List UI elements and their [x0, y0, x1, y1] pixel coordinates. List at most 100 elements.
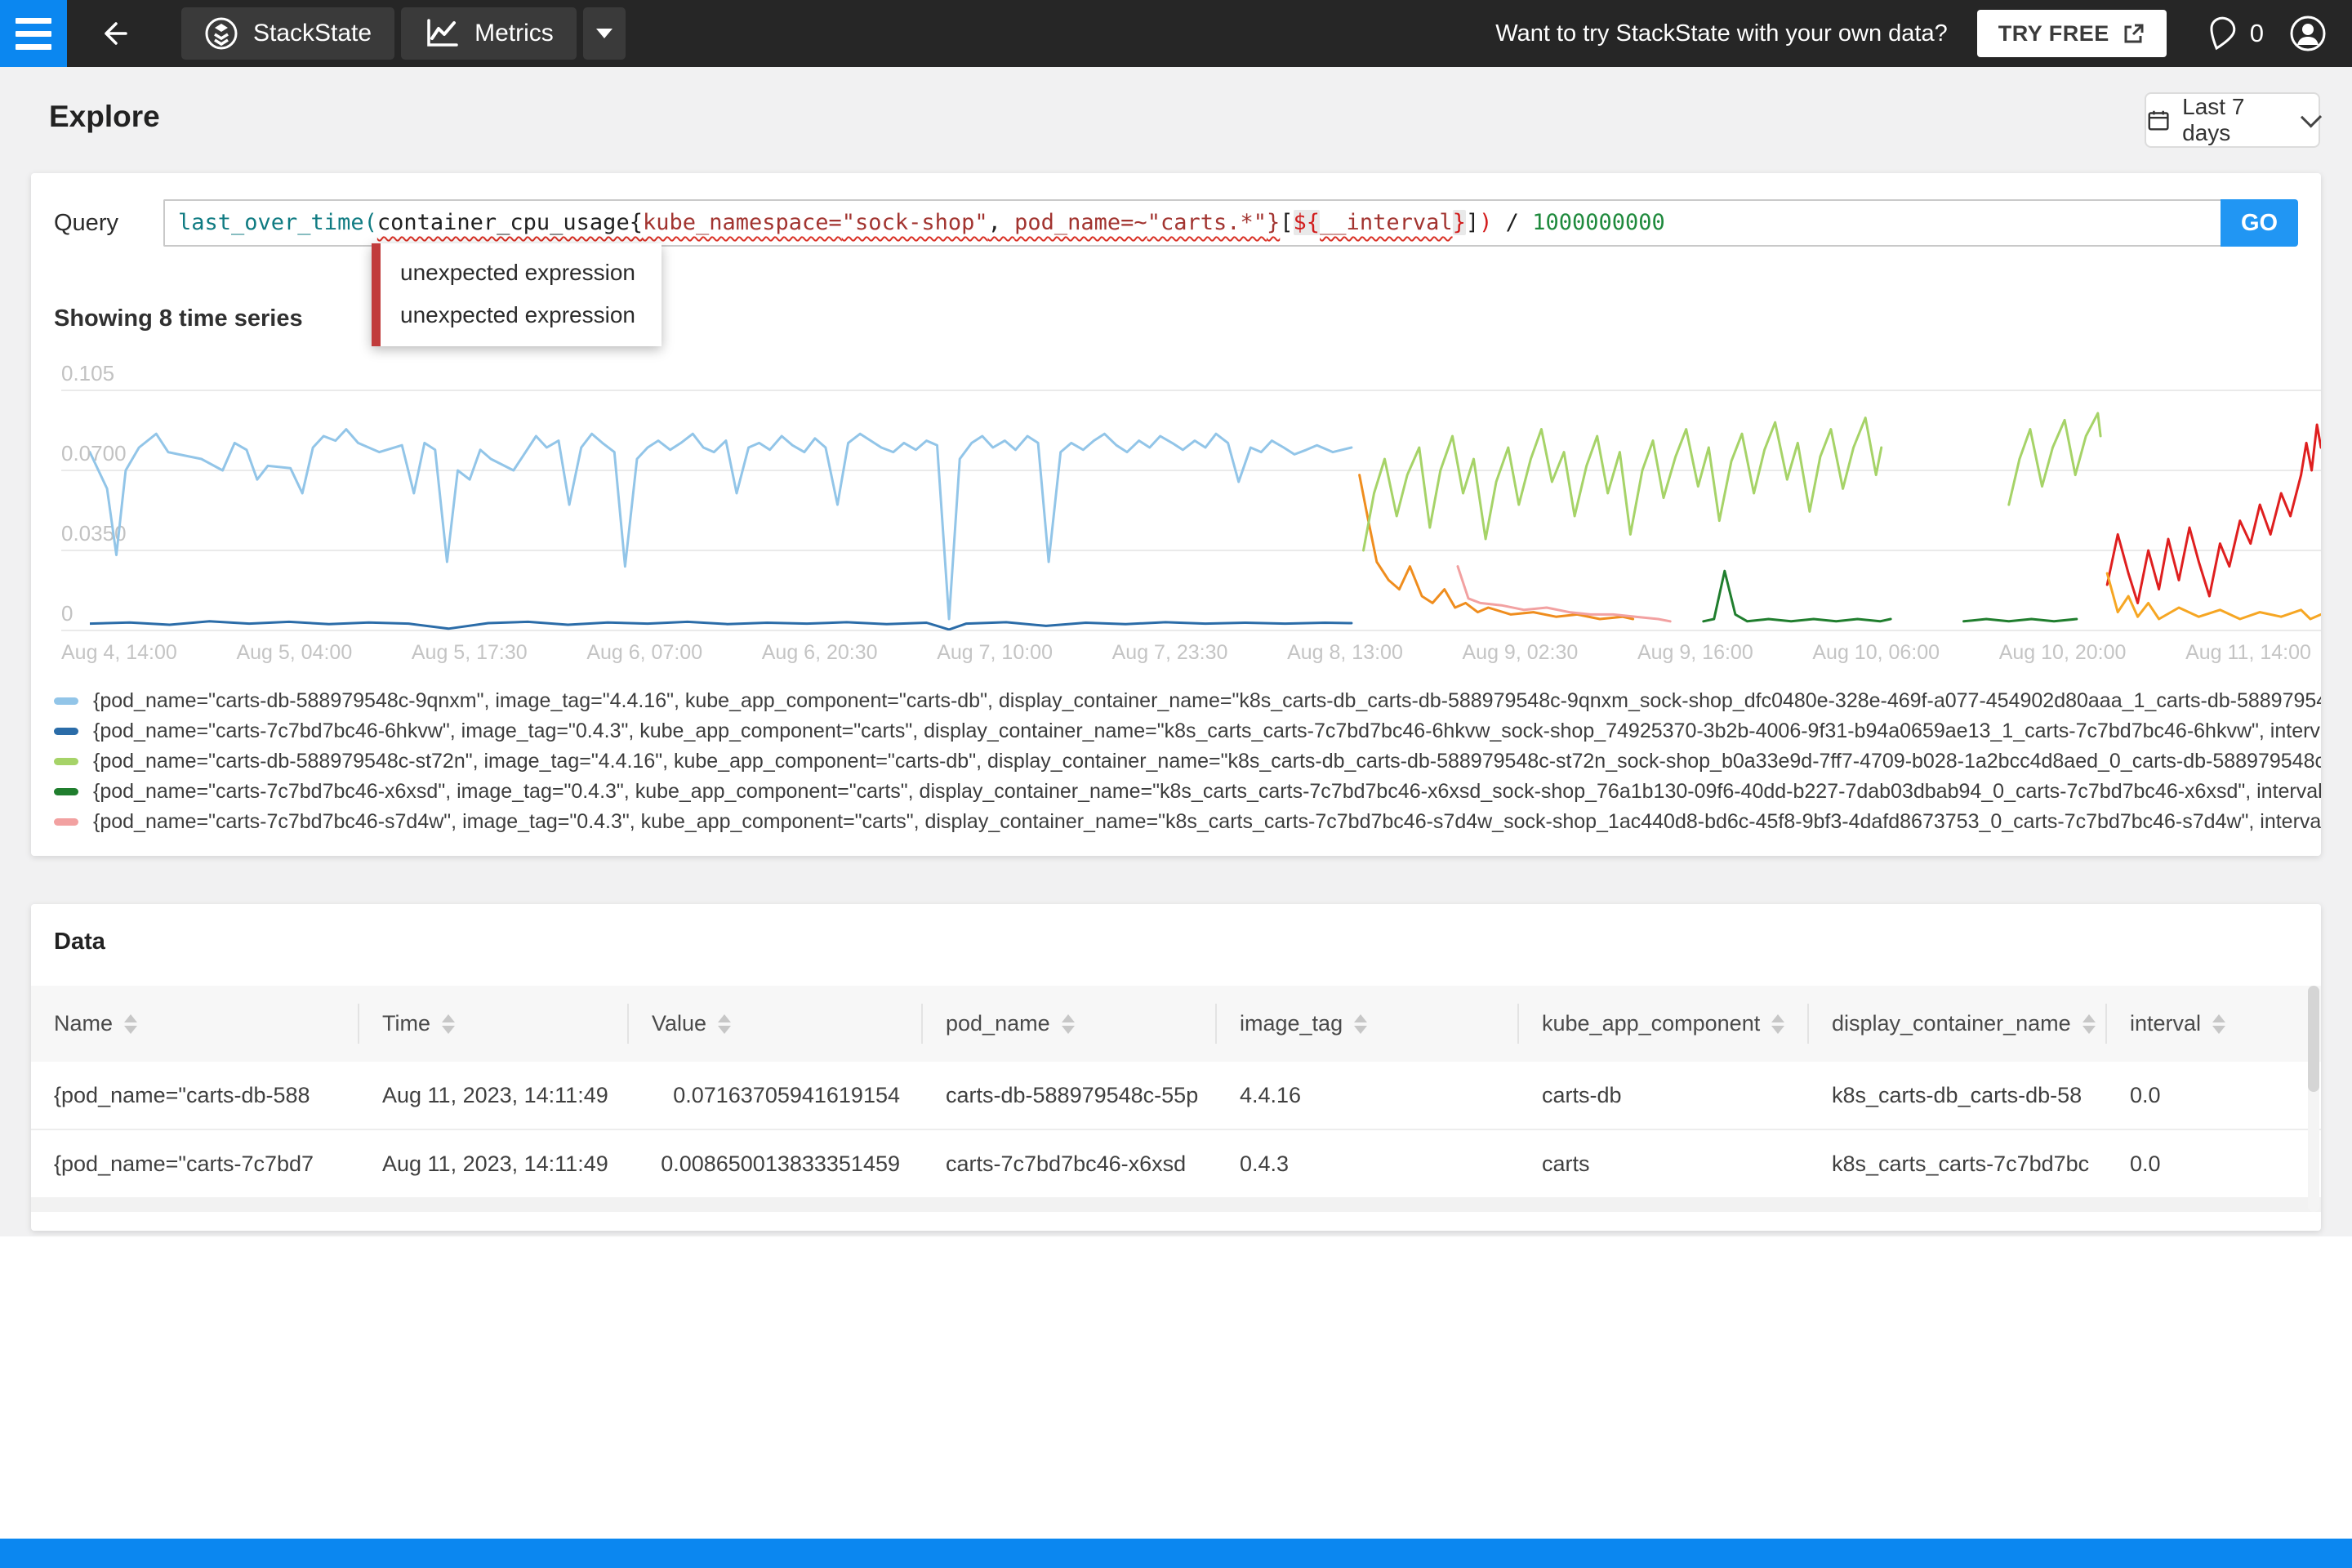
x-axis-label: Aug 7, 23:30	[1112, 641, 1228, 665]
chart-legend: {pod_name="carts-db-588979548c-9qnxm", i…	[54, 686, 2321, 837]
x-axis-labels: Aug 4, 14:00Aug 5, 04:00Aug 5, 17:30Aug …	[61, 641, 2311, 665]
column-header-label: Value	[652, 1011, 706, 1036]
sort-down-arrow	[2082, 1026, 2096, 1034]
time-series-chart[interactable]	[90, 390, 2321, 630]
table-cell: 0.0	[2107, 1130, 2321, 1197]
stackstate-button[interactable]: StackState	[181, 7, 394, 60]
table-cell: 4.4.16	[1217, 1062, 1519, 1129]
column-header-display_container_name[interactable]: display_container_name	[1809, 986, 2107, 1062]
sort-icon	[1771, 1014, 1784, 1034]
sort-down-arrow	[442, 1026, 455, 1034]
query-token: "carts.*"	[1147, 210, 1267, 235]
x-axis-label: Aug 9, 16:00	[1637, 641, 1753, 665]
query-token: /	[1492, 210, 1532, 235]
explore-card: Query last_over_time(container_cpu_usage…	[31, 173, 2321, 856]
query-token: ,	[988, 210, 1015, 235]
sort-up-arrow	[2082, 1014, 2096, 1022]
sort-up-arrow	[1354, 1014, 1367, 1022]
column-header-label: pod_name	[946, 1011, 1050, 1036]
column-header-label: display_container_name	[1832, 1011, 2071, 1036]
legend-item[interactable]: {pod_name="carts-7c7bd7bc46-s7d4w", imag…	[54, 807, 2321, 837]
page-title: Explore	[49, 100, 160, 134]
column-header-label: interval	[2130, 1011, 2201, 1036]
x-axis-label: Aug 5, 17:30	[412, 641, 528, 665]
time-range-selector[interactable]: Last 7 days	[2145, 92, 2320, 148]
table-cell: {pod_name="carts-db-588	[31, 1062, 359, 1129]
column-header-Value[interactable]: Value	[629, 986, 923, 1062]
nav-dropdown-button[interactable]	[583, 7, 626, 60]
user-avatar[interactable]	[2288, 14, 2328, 53]
table-horizontal-scrollbar[interactable]	[31, 1197, 2321, 1212]
series-line-series-red	[2107, 425, 2321, 603]
calendar-icon	[2146, 107, 2171, 133]
column-header-image_tag[interactable]: image_tag	[1217, 986, 1519, 1062]
table-cell: 0.008650013833351459	[629, 1130, 923, 1197]
promo-text: Want to try StackState with your own dat…	[1495, 20, 1947, 47]
query-input[interactable]: last_over_time(container_cpu_usage{kube_…	[163, 199, 2221, 247]
series-line-carts-7c7bd7bc46-x6xsd	[1964, 619, 2077, 621]
table-cell: k8s_carts-db_carts-db-58	[1809, 1062, 2107, 1129]
column-header-kube_app_component[interactable]: kube_app_component	[1519, 986, 1809, 1062]
sort-down-arrow	[2212, 1026, 2225, 1034]
data-section-title: Data	[54, 929, 105, 956]
x-axis-label: Aug 6, 07:00	[586, 641, 702, 665]
back-arrow-icon	[96, 17, 129, 50]
query-token: kube_namespace=	[643, 210, 842, 235]
query-token: [	[1280, 210, 1293, 235]
sort-down-arrow	[1354, 1026, 1367, 1034]
go-button[interactable]: GO	[2221, 199, 2298, 247]
stackstate-logo-icon	[204, 16, 238, 51]
error-message: unexpected expression	[400, 294, 635, 336]
legend-item[interactable]: {pod_name="carts-db-588979548c-st72n", i…	[54, 746, 2321, 777]
sort-up-arrow	[1062, 1014, 1075, 1022]
query-token: }	[1267, 210, 1280, 235]
table-cell: 0.0	[2107, 1062, 2321, 1129]
metrics-tab[interactable]: Metrics	[401, 7, 577, 60]
data-card: Data NameTime Value pod_name image_tagkube_…	[31, 904, 2321, 1231]
query-token: 1000000000	[1532, 210, 1665, 235]
back-button[interactable]	[88, 9, 137, 58]
table-cell: carts-db-588979548c-55p	[923, 1062, 1217, 1129]
column-header-pod_name[interactable]: pod_name	[923, 986, 1217, 1062]
top-bar: StackState Metrics Want to try StackStat…	[0, 0, 2352, 67]
column-header-Name[interactable]: Name	[31, 986, 359, 1062]
x-axis-label: Aug 10, 06:00	[1812, 641, 1940, 665]
avatar-icon	[2288, 14, 2328, 53]
sort-icon	[124, 1014, 137, 1034]
table-cell: carts-db	[1519, 1062, 1809, 1129]
table-header-row: NameTime Value pod_name image_tagkube_app_c…	[31, 986, 2321, 1062]
legend-label: {pod_name="carts-db-588979548c-9qnxm", i…	[93, 689, 2321, 713]
legend-item[interactable]: {pod_name="carts-db-588979548c-9qnxm", i…	[54, 686, 2321, 716]
query-token: ]	[1466, 210, 1479, 235]
query-label: Query	[54, 199, 163, 247]
sort-down-arrow	[1771, 1026, 1784, 1034]
hamburger-menu-button[interactable]	[0, 0, 67, 67]
query-token: pod_name=~	[1014, 210, 1147, 235]
table-body: {pod_name="carts-db-588Aug 11, 2023, 14:…	[31, 1062, 2321, 1199]
legend-item[interactable]: {pod_name="carts-7c7bd7bc46-6hkvw", imag…	[54, 716, 2321, 746]
table-row: {pod_name="carts-db-588Aug 11, 2023, 14:…	[31, 1062, 2321, 1130]
pin-icon[interactable]	[2206, 16, 2237, 51]
sort-up-arrow	[442, 1014, 455, 1022]
series-line-carts-db-588979548c-9qnxm	[90, 430, 1352, 619]
legend-item[interactable]: {pod_name="carts-7c7bd7bc46-x6xsd", imag…	[54, 777, 2321, 807]
column-header-interval[interactable]: interval	[2107, 986, 2321, 1062]
table-cell: carts-7c7bd7bc46-x6xsd	[923, 1130, 1217, 1197]
legend-swatch	[54, 758, 78, 765]
table-vertical-scrollbar[interactable]	[2308, 986, 2319, 1212]
query-token: )	[1479, 210, 1492, 235]
x-axis-label: Aug 9, 02:30	[1463, 641, 1579, 665]
legend-swatch	[54, 818, 78, 826]
footer-bar	[0, 1539, 2352, 1568]
legend-label: {pod_name="carts-7c7bd7bc46-x6xsd", imag…	[93, 780, 2321, 804]
x-axis-label: Aug 4, 14:00	[61, 641, 177, 665]
sort-icon	[442, 1014, 455, 1034]
try-free-button[interactable]: TRY FREE	[1977, 10, 2167, 57]
sort-down-arrow	[124, 1026, 137, 1034]
column-header-Time[interactable]: Time	[359, 986, 629, 1062]
time-range-label: Last 7 days	[2182, 94, 2292, 146]
legend-swatch	[54, 788, 78, 795]
x-axis-label: Aug 11, 14:00	[2185, 641, 2311, 665]
scrollbar-thumb[interactable]	[2308, 986, 2319, 1092]
query-token: "sock-shop"	[842, 210, 988, 235]
